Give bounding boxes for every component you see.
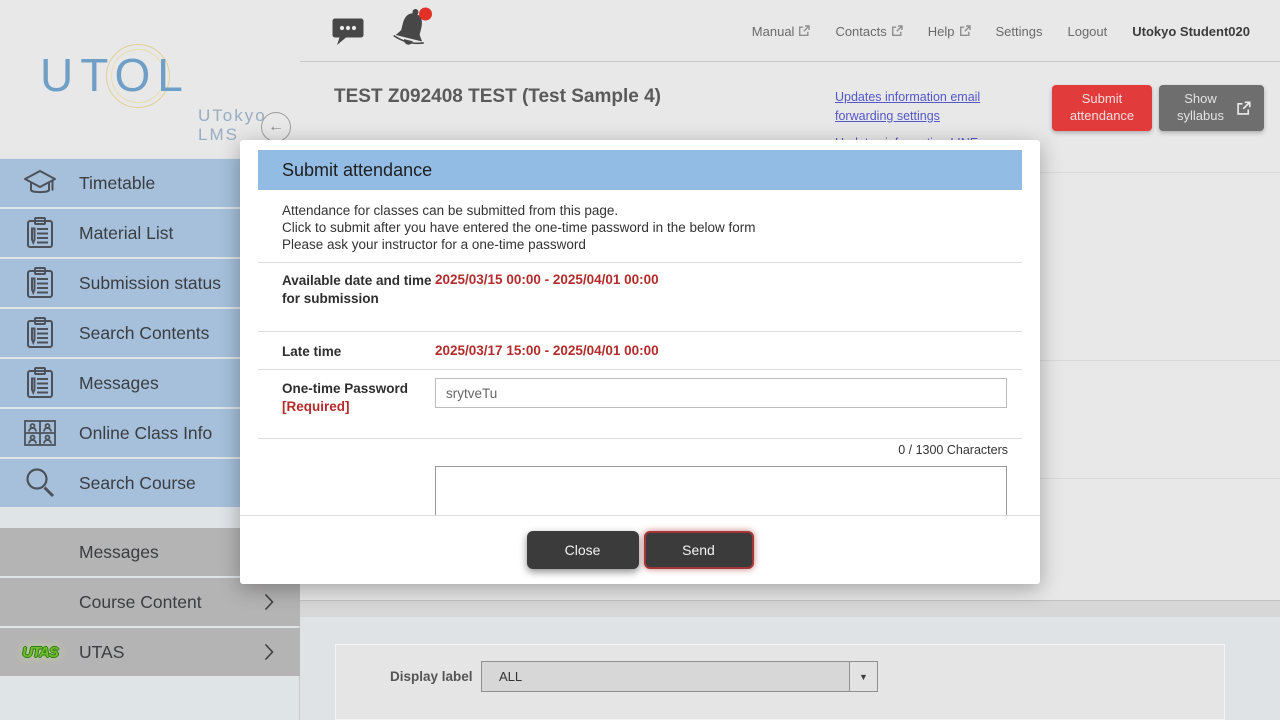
comment-textarea[interactable] [435, 466, 1007, 515]
video-grid-icon [21, 418, 59, 448]
utol-lms-page: UTOL UTokyo LMS ← Timetable [0, 0, 1280, 720]
filter-panel: Display label ALL ▼ [335, 644, 1225, 720]
external-link-icon [891, 25, 903, 37]
row-divider [258, 262, 1022, 263]
late-time-label: Late time [282, 343, 432, 361]
one-time-password-input[interactable] [435, 378, 1007, 408]
bottom-section: Display label ALL ▼ [300, 617, 1280, 720]
email-forwarding-settings-link[interactable]: Updates information email forwarding set… [835, 88, 1020, 125]
topbar-links: Manual Contacts Help Settings Logout Uto… [752, 0, 1250, 62]
late-time-value: 2025/03/17 15:00 - 2025/04/01 00:00 [435, 343, 659, 358]
submit-attendance-button[interactable]: Submit attendance [1052, 85, 1152, 131]
one-time-password-label: One-time Password [Required] [282, 380, 432, 415]
chevron-right-icon [264, 593, 274, 616]
selected-option: ALL [499, 662, 522, 691]
magnifier-icon [21, 466, 59, 500]
topbar: Manual Contacts Help Settings Logout Uto… [300, 0, 1280, 62]
collapse-sidebar-button[interactable]: ← [261, 112, 291, 142]
display-label: Display label [390, 669, 473, 684]
display-label-select[interactable]: ALL ▼ [481, 661, 878, 692]
manual-link[interactable]: Manual [752, 24, 811, 39]
logo-text: UTOL [40, 48, 190, 102]
row-divider [258, 369, 1022, 370]
contacts-link[interactable]: Contacts [835, 24, 902, 39]
notification-bell-icon[interactable] [391, 6, 433, 59]
row-divider [258, 438, 1022, 439]
row-divider [258, 331, 1022, 332]
back-arrow-icon: ← [268, 118, 284, 135]
panel-bottom-edge [300, 600, 1280, 617]
available-date-label: Available date and time for submission [282, 272, 432, 307]
required-badge: [Required] [282, 399, 350, 414]
external-link-icon [959, 25, 971, 37]
modal-footer: Close Send [240, 515, 1040, 584]
help-link[interactable]: Help [928, 24, 971, 39]
external-link-icon [798, 25, 810, 37]
notification-dot [419, 8, 432, 21]
external-link-icon [1236, 101, 1251, 116]
settings-link[interactable]: Settings [996, 24, 1043, 39]
logo-subtitle: UTokyo LMS [198, 106, 267, 144]
clipboard-icon [21, 316, 59, 350]
close-button[interactable]: Close [527, 531, 639, 569]
available-date-value: 2025/03/15 00:00 - 2025/04/01 00:00 [435, 272, 659, 287]
chat-icon[interactable] [332, 17, 364, 51]
sidebar-item-course-content[interactable]: Course Content [0, 578, 300, 626]
logo-area: UTOL UTokyo LMS ← [0, 0, 300, 158]
logout-link[interactable]: Logout [1067, 24, 1107, 39]
sidebar-item-utas[interactable]: UTAS UTAS [0, 628, 300, 676]
clipboard-icon [21, 266, 59, 300]
clipboard-icon [21, 366, 59, 400]
character-counter: 0 / 1300 Characters [898, 443, 1008, 457]
course-title: TEST Z092408 TEST (Test Sample 4) [334, 86, 661, 108]
modal-title: Submit attendance [258, 150, 1022, 190]
graduation-cap-icon [21, 166, 59, 200]
send-button[interactable]: Send [644, 531, 754, 569]
clipboard-icon [21, 216, 59, 250]
submit-attendance-modal: Submit attendance Attendance for classes… [240, 140, 1040, 584]
show-syllabus-button[interactable]: Show syllabus [1159, 85, 1264, 131]
username: Utokyo Student020 [1132, 24, 1250, 39]
chevron-right-icon [264, 643, 274, 666]
modal-header: Submit attendance [258, 150, 1022, 190]
modal-description: Attendance for classes can be submitted … [282, 202, 755, 253]
utol-logo: UTOL UTokyo LMS [40, 48, 190, 108]
utas-logo-icon: UTAS [21, 644, 59, 661]
dropdown-arrow-icon: ▼ [849, 662, 877, 691]
